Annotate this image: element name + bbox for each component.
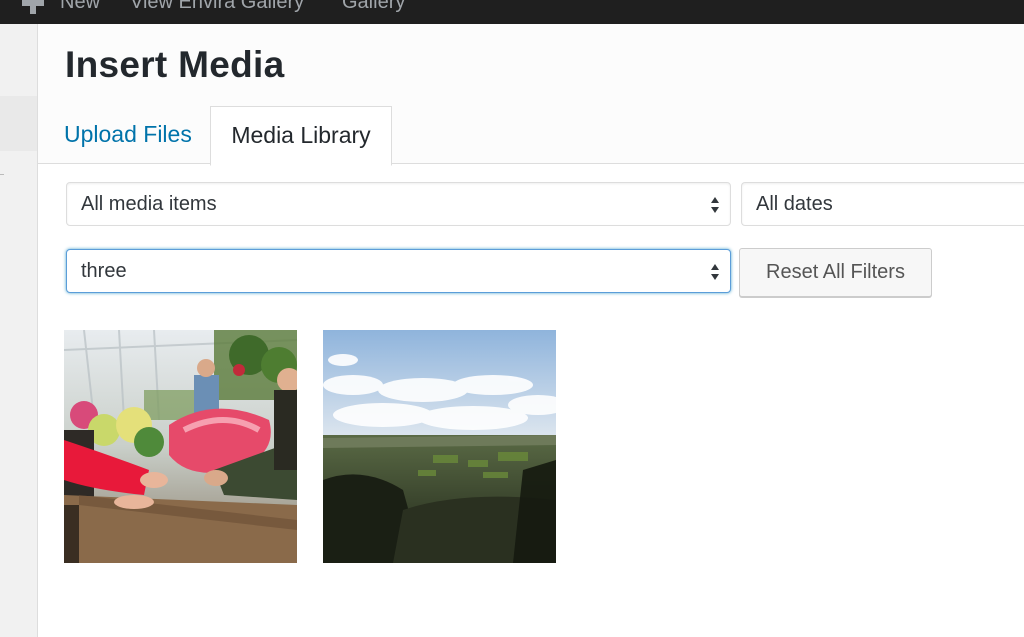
insert-media-modal: Insert Media Upload Files Media Library … [38, 24, 1024, 637]
date-filter-select[interactable]: All dates [741, 182, 1024, 226]
reset-all-filters-button[interactable]: Reset All Filters [739, 248, 932, 297]
album-filter-select[interactable]: three [66, 249, 731, 293]
plus-icon [22, 0, 44, 14]
modal-header: Insert Media Upload Files Media Library [38, 24, 1024, 166]
admin-sidebar [0, 24, 38, 637]
select-arrows-icon [711, 197, 719, 213]
admin-bar: New View Envira Gallery Gallery [0, 0, 1024, 24]
page-title: Insert Media [65, 44, 285, 85]
admin-bar-gallery[interactable]: Gallery [342, 0, 405, 14]
admin-bar-view-gallery[interactable]: View Envira Gallery [130, 0, 304, 14]
admin-bar-new[interactable]: New [60, 0, 100, 14]
media-type-select[interactable]: All media items [66, 182, 731, 226]
sidebar-divider [0, 174, 4, 175]
sidebar-highlight[interactable] [0, 96, 37, 151]
tab-media-library[interactable]: Media Library [210, 106, 392, 166]
album-filter-value: three [81, 260, 127, 282]
tab-upload-files[interactable]: Upload Files [64, 106, 192, 163]
landscape-photo-icon [323, 330, 556, 563]
date-filter-value: All dates [756, 193, 833, 215]
media-type-value: All media items [81, 193, 217, 215]
attachment-thumbnail[interactable] [323, 330, 556, 563]
flower-shop-photo-icon [64, 330, 297, 563]
attachment-thumbnail[interactable] [64, 330, 297, 563]
select-arrows-icon [711, 264, 719, 280]
